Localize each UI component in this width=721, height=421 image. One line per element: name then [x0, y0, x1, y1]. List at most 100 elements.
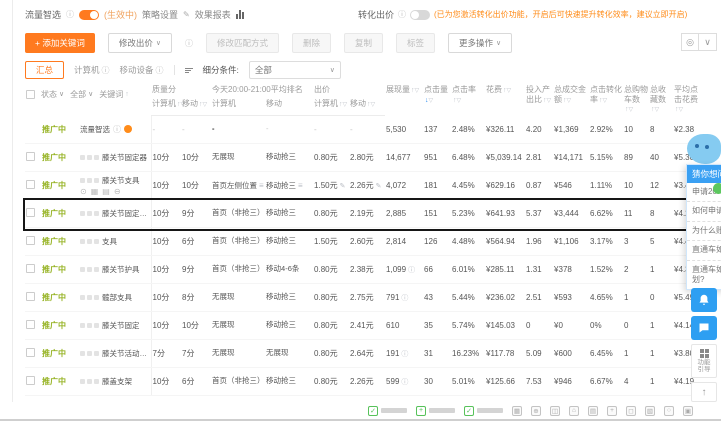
modify-match-button[interactable]: 修改匹配方式 — [205, 33, 279, 53]
filter-funnel-icon[interactable]: ▽ — [603, 98, 608, 104]
taskbar-app-icon[interactable]: ▣ — [683, 405, 693, 416]
row-checkbox[interactable] — [26, 180, 35, 190]
filter-funnel-icon[interactable]: ▽ — [507, 88, 512, 94]
filter-funnel-icon[interactable]: ▽ — [415, 88, 420, 94]
filter-funnel-icon[interactable]: ▽ — [655, 107, 660, 113]
report-icon[interactable]: ▦ — [91, 187, 99, 196]
keyword-cell[interactable]: 膝关节护具 — [79, 255, 152, 285]
sub-header[interactable]: 移动↑▽ — [349, 97, 386, 117]
keyword-name[interactable]: 膝关节支具 — [102, 175, 140, 186]
edit-bid-icon[interactable]: ✎ — [376, 183, 382, 190]
bar-chart-icon[interactable] — [235, 10, 244, 19]
taskbar-app-icon[interactable]: ▤ — [588, 405, 598, 416]
sub-header[interactable]: 计算机 — [211, 97, 266, 117]
delete-button[interactable]: 删除 — [291, 33, 331, 53]
keyword-name[interactable]: 膝关节护具 — [102, 264, 140, 275]
row-checkbox[interactable] — [26, 292, 35, 302]
row-checkbox[interactable] — [26, 320, 35, 330]
remove-icon[interactable]: ⊖ — [114, 187, 121, 196]
sub-header[interactable]: 计算机↑▽ — [313, 97, 350, 117]
condition-select[interactable]: 全部 ∨ — [248, 61, 341, 79]
taskbar-app-icon[interactable]: ▦ — [512, 405, 522, 416]
tab-pc[interactable]: 计算机 ⓘ — [74, 64, 110, 76]
insight-icon[interactable]: ⊙ — [80, 187, 87, 196]
keyword-name[interactable]: 髋部支具 — [102, 292, 132, 303]
report-link[interactable]: 效果报表 — [195, 8, 231, 21]
row-checkbox[interactable] — [26, 264, 35, 274]
sub-header[interactable]: 移动↑▽ — [181, 97, 212, 117]
filter-funnel-icon[interactable]: ▽ — [371, 102, 376, 108]
keyword-name[interactable]: 膝关节固定器 — [102, 152, 147, 163]
metric-header[interactable]: 总购物车数↑▽ — [623, 84, 649, 116]
keyword-cell[interactable]: 膝关节固定 — [79, 311, 152, 341]
keyword-cell[interactable]: 髋部支具 — [79, 283, 152, 313]
info-icon[interactable]: ⓘ — [408, 267, 415, 274]
keyword-name[interactable]: 膝关节固定 — [102, 320, 140, 331]
metric-header[interactable]: 点击量↓▽ — [423, 84, 451, 116]
collapse-chevron-icon[interactable]: ∨ — [699, 33, 717, 51]
filter-funnel-icon[interactable]: ▽ — [457, 98, 462, 104]
tab-mobile[interactable]: 移动设备 ⓘ — [120, 64, 164, 76]
conversion-bid-toggle[interactable] — [410, 9, 431, 20]
row-checkbox[interactable] — [26, 376, 35, 386]
taskbar-app-icon[interactable]: ◫ — [550, 405, 560, 416]
keyword-cell[interactable]: 流量智选 ⓘ — [79, 115, 152, 145]
tag-button[interactable]: 标签 — [396, 33, 436, 53]
taskbar-app-icon[interactable]: ▧ — [645, 405, 655, 416]
strategy-settings-link[interactable]: 策略设置 — [142, 8, 178, 21]
row-checkbox[interactable] — [26, 152, 35, 162]
metric-header[interactable]: 总收藏数↑▽ — [649, 84, 673, 116]
help-panel-item[interactable]: 直通车如何推广 — [687, 241, 721, 261]
keyword-name[interactable]: 流量智选 — [80, 124, 110, 135]
column-settings-icon[interactable]: ◎ — [681, 33, 699, 51]
edit-pencil-icon[interactable]: ✎ — [183, 10, 190, 19]
feature-guide-button[interactable]: 功能 引导 — [691, 344, 717, 378]
help-panel-item[interactable]: 为什么账户超过日限额 — [687, 222, 721, 242]
keyword-cell[interactable]: 膝关节支具 ⊙ ▦ ▤ ⊖ — [79, 171, 152, 201]
taskbar-app-icon[interactable]: ⌂ — [569, 405, 579, 416]
filter-funnel-icon[interactable]: ▽ — [629, 107, 634, 113]
filter-funnel-icon[interactable]: ▽ — [429, 98, 434, 104]
sub-header[interactable]: 移动 — [265, 97, 314, 117]
edit-bid-icon[interactable]: ✎ — [340, 183, 346, 190]
modify-bid-button[interactable]: 修改出价 ∨ — [107, 33, 172, 53]
taskbar-app-icon[interactable]: ⊕ — [531, 405, 541, 416]
smart-flow-toggle[interactable] — [79, 9, 100, 20]
more-actions-button[interactable]: 更多操作 ∨ — [448, 33, 513, 53]
metric-header[interactable]: 投入产出比↑▽ — [525, 84, 553, 116]
metric-header[interactable]: 展现量↑▽ — [385, 84, 423, 116]
feedback-button[interactable] — [691, 316, 717, 340]
info-icon[interactable]: ⓘ — [113, 124, 121, 135]
select-all-checkbox[interactable] — [26, 90, 35, 100]
chart-icon[interactable]: ▤ — [102, 187, 110, 196]
keyword-cell[interactable]: 膝关节固定器 — [79, 143, 152, 173]
keyword-cell[interactable]: 膝关节固定支具 — [79, 199, 152, 229]
rank-list-icon[interactable]: ≡ — [259, 181, 264, 190]
filter-funnel-icon[interactable]: ▽ — [679, 107, 684, 113]
taskbar-app-icon[interactable]: ◻ — [626, 405, 636, 416]
keyword-cell[interactable]: 支具 — [79, 227, 152, 257]
taskbar-app-icon[interactable]: ○ — [664, 405, 674, 416]
filter-funnel-icon[interactable]: ▽ — [343, 102, 348, 108]
info-icon[interactable]: ⓘ — [401, 379, 408, 386]
filter-funnel-icon[interactable]: ▽ — [567, 98, 572, 104]
info-icon[interactable]: ⓘ — [401, 351, 408, 358]
taskbar-app-icon[interactable]: + — [607, 405, 617, 416]
info-icon[interactable]: ⓘ — [66, 9, 74, 20]
metric-header[interactable]: 点击转化率↑▽ — [589, 84, 623, 116]
info-icon[interactable]: ⓘ — [185, 38, 193, 49]
status-all-filter[interactable]: 全部 ∨ — [70, 90, 93, 100]
assistant-mascot[interactable] — [687, 134, 721, 164]
row-checkbox[interactable] — [26, 348, 35, 358]
keyword-name[interactable]: 膝盖支架 — [102, 376, 132, 387]
keyword-name[interactable]: 膝关节活动支具 — [102, 348, 150, 359]
sub-header[interactable]: 计算机↑▽ — [151, 97, 185, 117]
filter-funnel-icon[interactable]: ▽ — [547, 98, 552, 104]
add-keyword-button[interactable]: + 添加关键词 — [25, 33, 95, 53]
metric-header[interactable]: 点击率↑▽ — [451, 84, 485, 116]
help-panel-item[interactable]: 直通车如何新建推广计划? — [687, 261, 721, 290]
back-to-top-button[interactable]: ↑ — [691, 382, 717, 402]
rank-list-icon[interactable]: ≡ — [298, 181, 303, 190]
notifications-button[interactable] — [691, 288, 717, 312]
keyword-name[interactable]: 膝关节固定支具 — [102, 208, 150, 219]
